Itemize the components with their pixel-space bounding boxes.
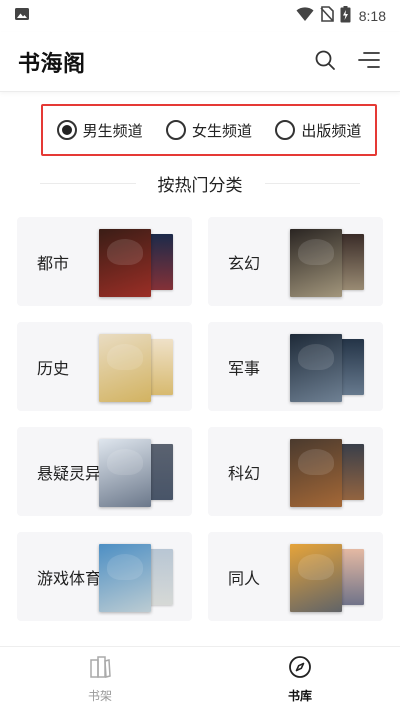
book-cover <box>290 334 342 402</box>
category-card-xuanhuan[interactable]: 玄幻 <box>208 217 383 306</box>
app-header: 书海阁 <box>0 32 400 92</box>
book-cover <box>290 229 342 297</box>
app-title: 书海阁 <box>18 51 86 77</box>
status-bar: 8:18 <box>0 0 400 32</box>
bottom-nav: 书架 书库 <box>0 646 400 711</box>
book-covers <box>99 439 179 507</box>
section-header: 按热门分类 <box>40 168 360 198</box>
channel-option-female[interactable]: 女生频道 <box>165 120 252 141</box>
category-card-lishi[interactable]: 历史 <box>17 322 192 411</box>
battery-charging-icon <box>340 5 351 27</box>
nav-label: 书库 <box>287 688 312 703</box>
channel-option-label: 女生频道 <box>191 121 252 140</box>
book-cover <box>99 334 151 402</box>
category-name: 游戏体育 <box>37 568 102 588</box>
category-card-junshi[interactable]: 军事 <box>208 322 383 411</box>
book-covers <box>99 229 179 297</box>
category-card-xuanyi[interactable]: 悬疑灵异 <box>17 427 192 516</box>
search-button[interactable] <box>312 49 338 75</box>
menu-button[interactable] <box>356 49 382 75</box>
search-icon <box>314 49 336 75</box>
category-name: 都市 <box>37 253 70 273</box>
nav-item-bookshelf[interactable]: 书架 <box>0 647 200 711</box>
category-card-tongren[interactable]: 同人 <box>208 532 383 621</box>
nav-label: 书架 <box>87 688 112 703</box>
category-card-dushi[interactable]: 都市 <box>17 217 192 306</box>
category-name: 玄幻 <box>228 253 261 273</box>
compass-icon <box>288 655 312 683</box>
image-icon <box>14 6 30 26</box>
radio-unchecked-icon <box>165 120 186 140</box>
book-cover <box>99 229 151 297</box>
category-name: 悬疑灵异 <box>37 463 102 483</box>
channel-selector: 男生频道 女生频道 出版频道 <box>41 104 377 156</box>
book-covers <box>290 229 370 297</box>
book-covers <box>290 334 370 402</box>
menu-icon <box>358 50 380 74</box>
book-covers <box>99 544 179 612</box>
book-covers <box>290 544 370 612</box>
book-cover <box>99 544 151 612</box>
book-cover <box>290 544 342 612</box>
divider <box>40 182 136 184</box>
book-covers <box>99 334 179 402</box>
category-name: 历史 <box>37 358 70 378</box>
book-cover <box>99 439 151 507</box>
category-card-kehuan[interactable]: 科幻 <box>208 427 383 516</box>
radio-checked-icon <box>56 120 77 140</box>
category-name: 同人 <box>228 568 261 588</box>
wifi-icon <box>296 6 314 26</box>
channel-option-male[interactable]: 男生频道 <box>56 120 143 141</box>
category-name: 军事 <box>228 358 261 378</box>
book-covers <box>290 439 370 507</box>
category-card-youxi[interactable]: 游戏体育 <box>17 532 192 621</box>
radio-unchecked-icon <box>275 120 296 140</box>
nav-item-library[interactable]: 书库 <box>200 647 400 711</box>
channel-option-label: 男生频道 <box>82 121 143 140</box>
status-time: 8:18 <box>358 8 386 24</box>
divider <box>264 182 360 184</box>
no-sim-icon <box>320 6 334 26</box>
channel-option-publishing[interactable]: 出版频道 <box>275 120 361 141</box>
book-cover <box>290 439 342 507</box>
bookshelf-icon <box>89 655 111 683</box>
channel-option-label: 出版频道 <box>301 121 362 140</box>
section-title: 按热门分类 <box>157 175 243 196</box>
category-name: 科幻 <box>228 463 261 483</box>
category-grid: 都市 玄幻 历史 军事 悬疑灵异 科幻 游戏体育 同人 <box>17 217 383 621</box>
